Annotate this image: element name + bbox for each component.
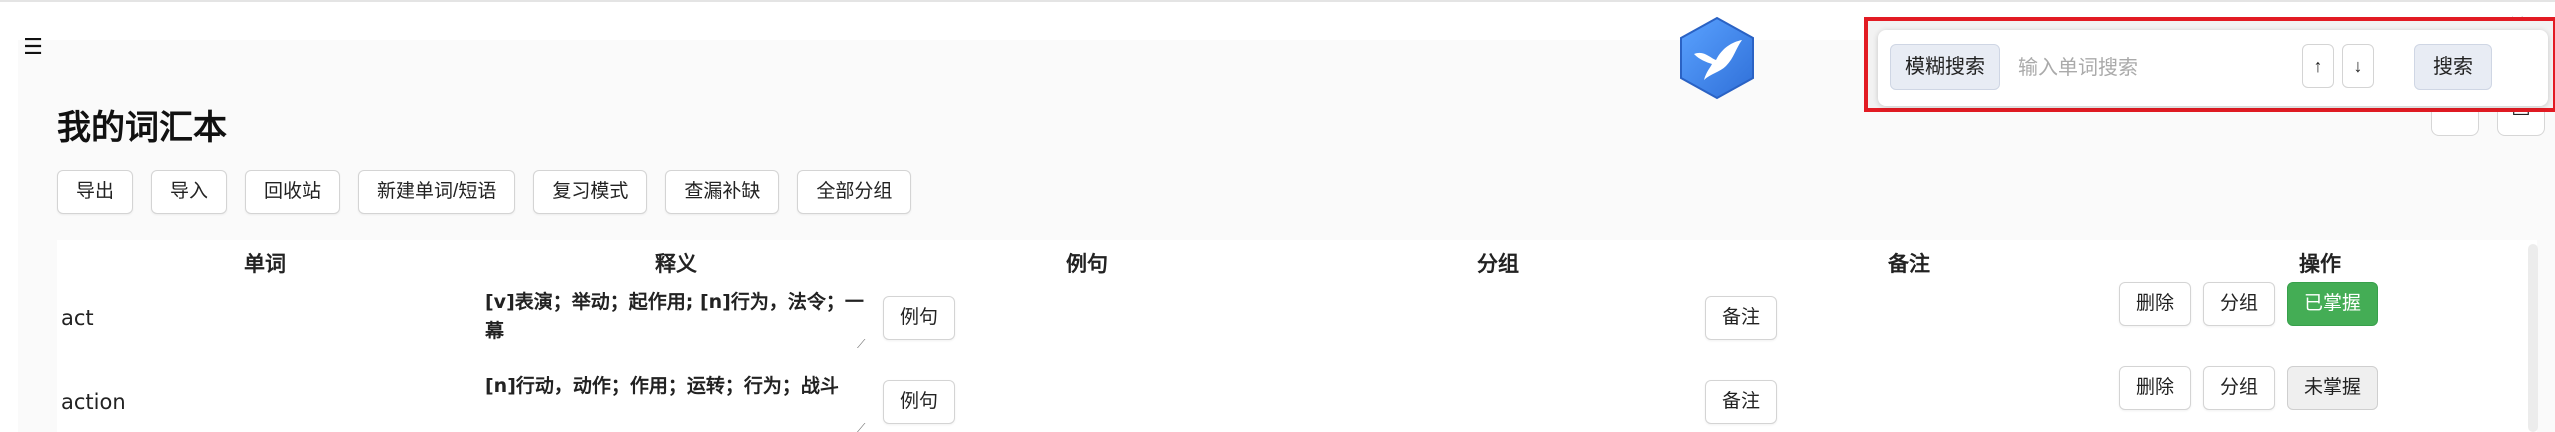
all-groups-button[interactable]: 全部分组 (797, 170, 912, 214)
review-mode-button[interactable]: 复习模式 (533, 170, 648, 214)
resize-grip-icon[interactable]: ⟋ (857, 338, 871, 352)
delete-button[interactable]: 删除 (2119, 366, 2192, 410)
header-word: 单词 (244, 252, 286, 276)
search-next-icon[interactable]: ↓ (2342, 44, 2374, 88)
fill-gaps-button[interactable]: 查漏补缺 (665, 170, 780, 214)
table-scrollbar[interactable] (2528, 244, 2538, 432)
group-button[interactable]: 分组 (2203, 282, 2276, 326)
header-note: 备注 (1888, 252, 1930, 276)
meaning-textarea[interactable]: [n]行动，动作；作用；运转；行为；战斗 (485, 372, 875, 432)
header-meaning: 释义 (655, 252, 697, 276)
new-word-button[interactable]: 新建单词/短语 (358, 170, 516, 214)
fuzzy-search-toggle[interactable]: 模糊搜索 (1890, 44, 2000, 90)
delete-button[interactable]: 删除 (2119, 282, 2192, 326)
note-button[interactable]: 备注 (1705, 296, 1778, 340)
note-button[interactable]: 备注 (1705, 380, 1778, 424)
export-button[interactable]: 导出 (57, 170, 134, 214)
vocabulary-table: 单词 释义 例句 分组 备注 操作 act [v]表演；举动；起作用; [n]行… (57, 240, 2537, 432)
header-example: 例句 (1066, 252, 1108, 276)
recycle-bin-button[interactable]: 回收站 (245, 170, 341, 214)
import-button[interactable]: 导入 (151, 170, 228, 214)
unmastered-status-button[interactable]: 未掌握 (2287, 366, 2379, 410)
hamburger-menu-icon[interactable]: ☰ (20, 36, 46, 62)
page-title: 我的词汇本 (57, 108, 227, 148)
word-cell: act (61, 306, 94, 330)
word-cell: action (61, 390, 126, 414)
search-button[interactable]: 搜索 (2414, 44, 2492, 90)
search-prev-icon[interactable]: ↑ (2302, 44, 2334, 88)
window-top-border (0, 0, 2555, 2)
group-button[interactable]: 分组 (2203, 366, 2276, 410)
toolbar: 导出 导入 回收站 新建单词/短语 复习模式 查漏补缺 全部分组 (57, 170, 912, 214)
example-button[interactable]: 例句 (883, 380, 956, 424)
example-button[interactable]: 例句 (883, 296, 956, 340)
meaning-textarea[interactable]: [v]表演；举动；起作用; [n]行为，法令；一幕 (485, 288, 875, 358)
search-input[interactable] (2018, 44, 2296, 90)
header-group: 分组 (1477, 252, 1519, 276)
mastered-status-button[interactable]: 已掌握 (2287, 282, 2379, 326)
header-actions: 操作 (2299, 252, 2341, 276)
bird-hexagon-logo (1680, 16, 1754, 100)
resize-grip-icon[interactable]: ⟋ (857, 422, 871, 432)
